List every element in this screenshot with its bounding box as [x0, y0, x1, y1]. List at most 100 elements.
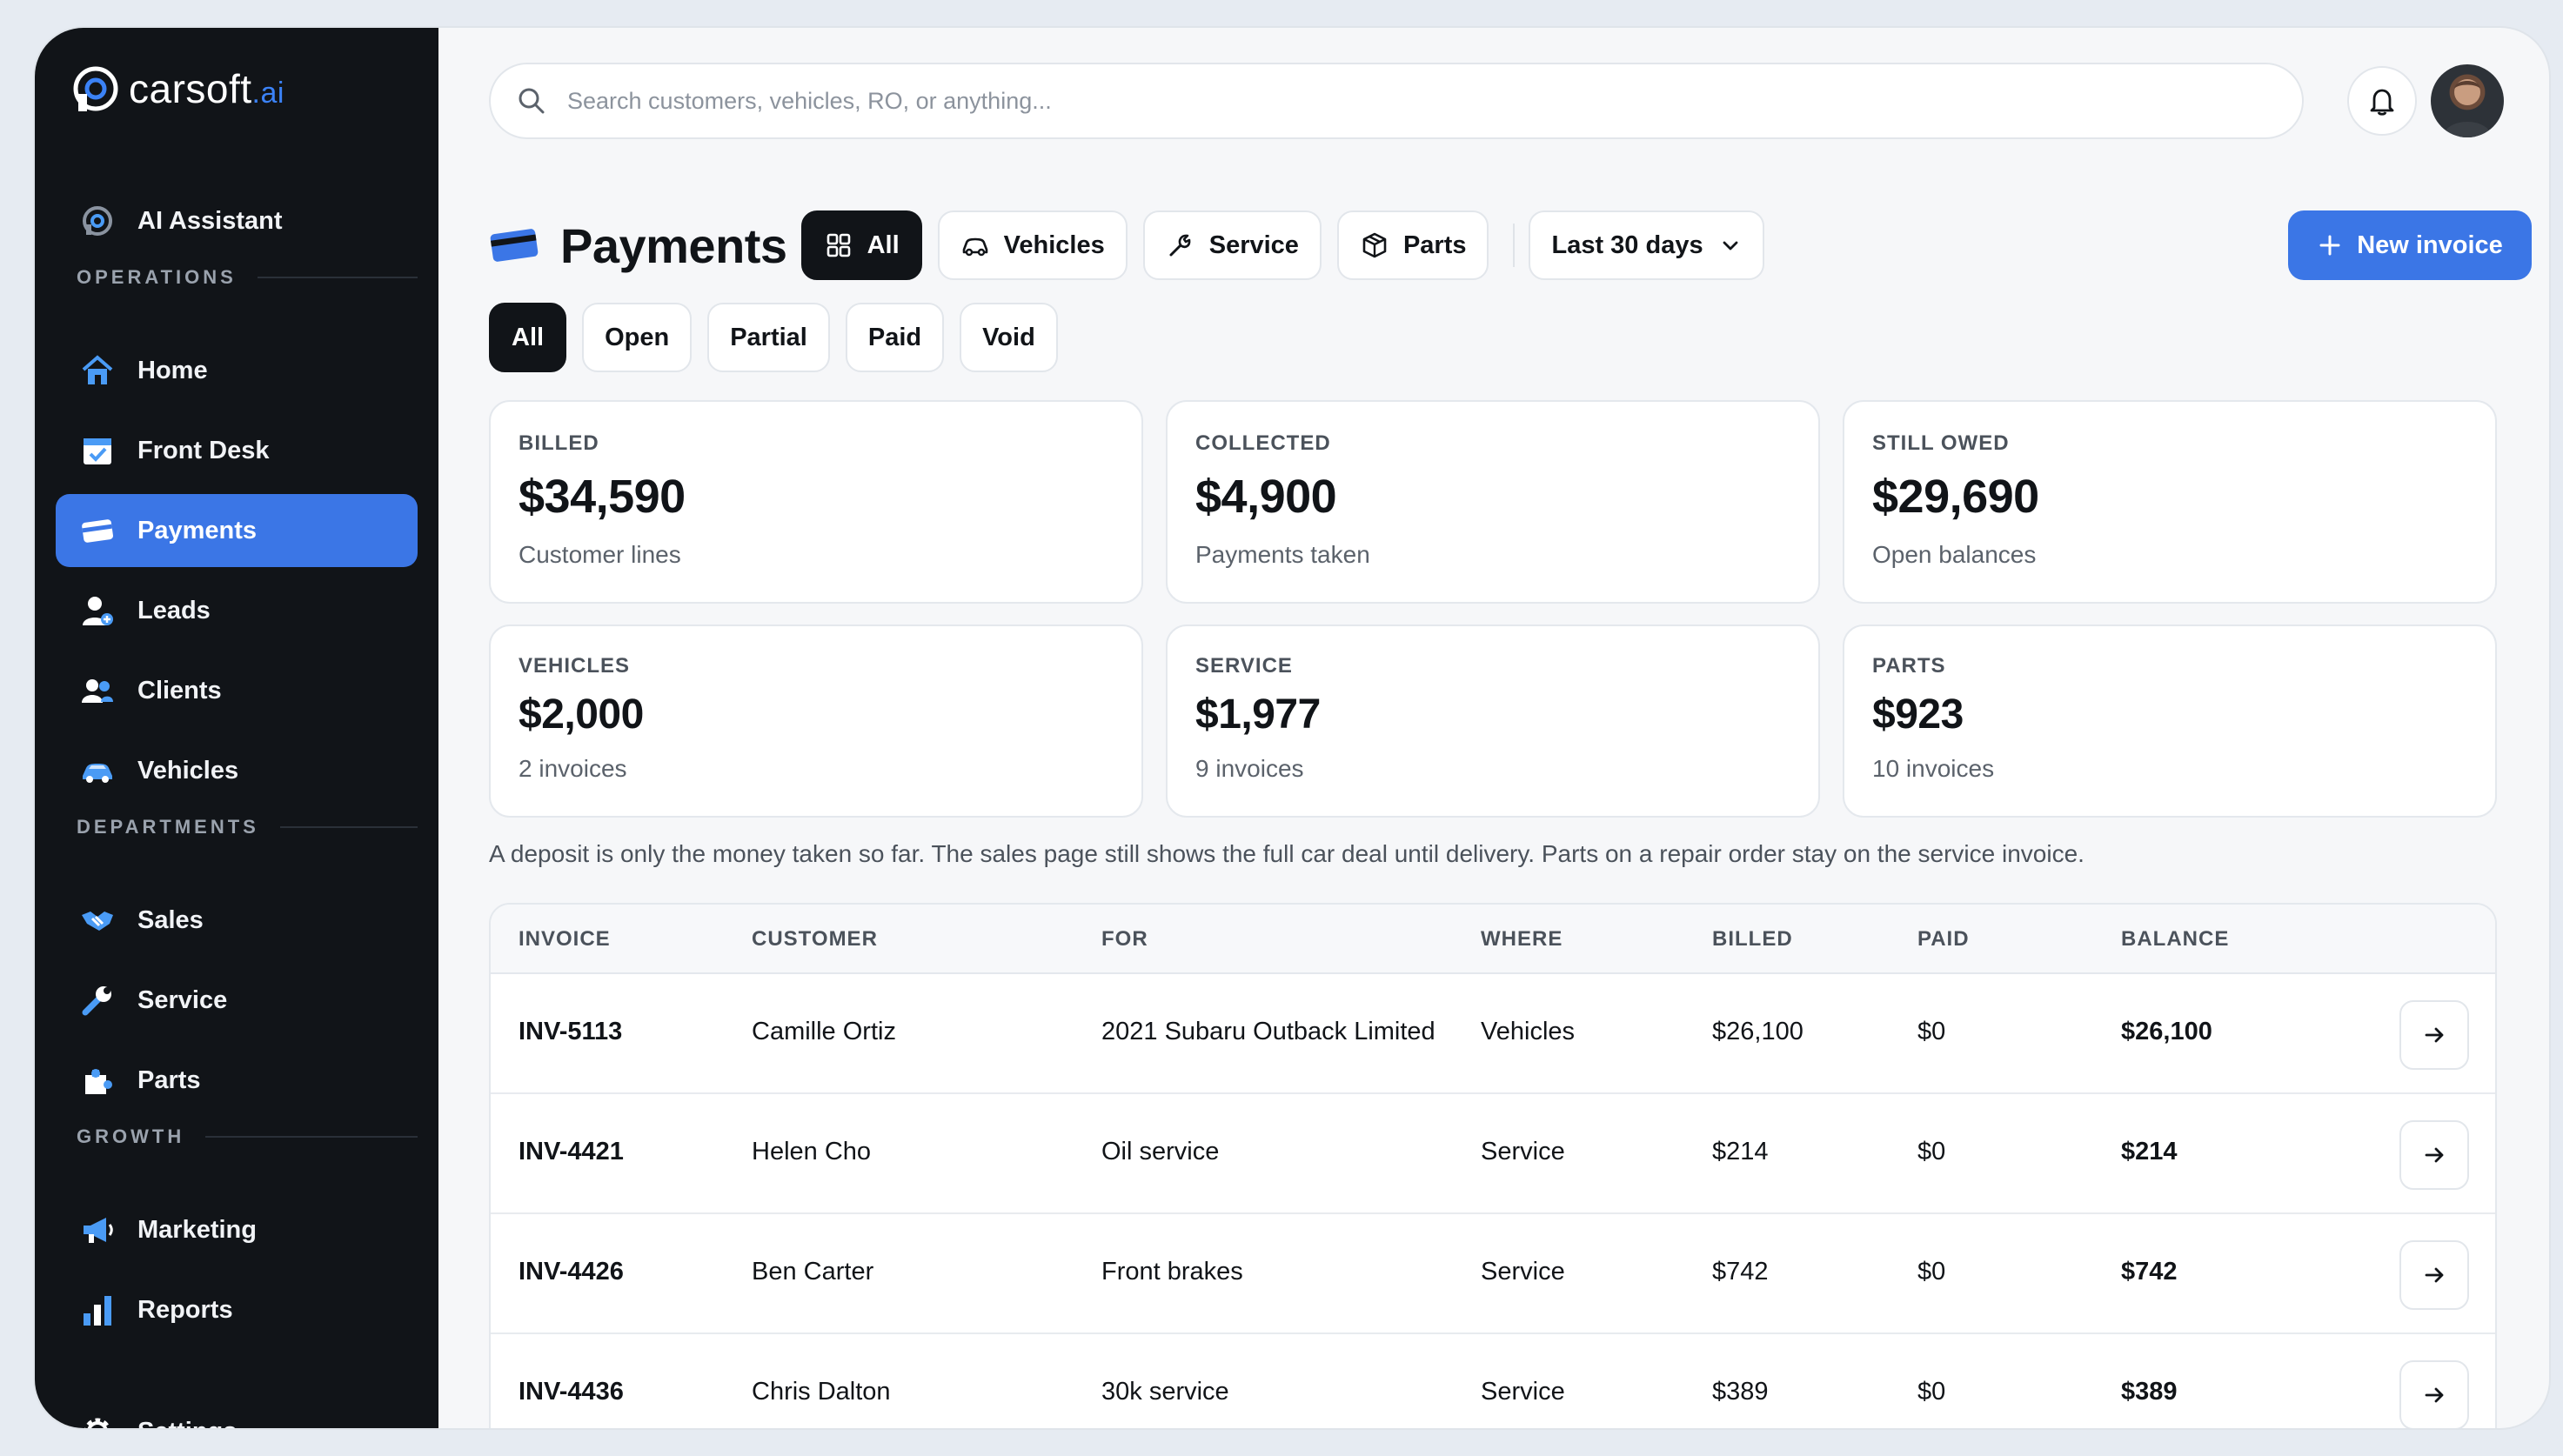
- stat-sub: 9 invoices: [1195, 755, 1304, 782]
- cell-customer: Ben Carter: [752, 1258, 874, 1286]
- sidebar-item-settings[interactable]: Settings: [56, 1395, 418, 1428]
- sidebar-item-reports[interactable]: Reports: [56, 1273, 418, 1346]
- open-invoice-button[interactable]: [2399, 1240, 2469, 1310]
- cell-for: Front brakes: [1101, 1258, 1243, 1286]
- handshake-icon: [78, 901, 117, 939]
- section-label-operations: OPERATIONS: [77, 266, 418, 289]
- package-icon: [1362, 232, 1387, 258]
- gear-icon: [78, 1413, 117, 1428]
- section-label-departments: DEPARTMENTS: [77, 816, 418, 838]
- table-row[interactable]: INV-4426 Ben Carter Front brakes Service…: [491, 1214, 2495, 1334]
- sidebar-item-leads[interactable]: Leads: [56, 574, 418, 647]
- tab-all[interactable]: All: [800, 210, 922, 280]
- stat-value: $34,590: [519, 471, 686, 523]
- open-invoice-button[interactable]: [2399, 1000, 2469, 1070]
- home-icon: [78, 351, 117, 390]
- cell-billed: $214: [1712, 1138, 1769, 1165]
- date-range-select[interactable]: Last 30 days: [1529, 210, 1764, 280]
- filter-all[interactable]: All: [489, 303, 567, 372]
- sidebar-item-clients[interactable]: Clients: [56, 654, 418, 727]
- sidebar-item-label: Home: [137, 356, 208, 384]
- sidebar-item-sales[interactable]: Sales: [56, 884, 418, 957]
- cell-balance: $389: [2121, 1378, 2178, 1406]
- user-plus-icon: [78, 591, 117, 630]
- column-header-balance[interactable]: BALANCE: [2121, 927, 2229, 952]
- tab-label: Parts: [1402, 230, 1467, 259]
- sidebar-item-vehicles[interactable]: Vehicles: [56, 734, 418, 807]
- page-header: Payments All Vehicles Service Parts Last…: [489, 210, 1780, 280]
- cell-for: 30k service: [1101, 1378, 1229, 1406]
- table-row[interactable]: INV-4436 Chris Dalton 30k service Servic…: [491, 1334, 2495, 1428]
- column-header-for[interactable]: FOR: [1101, 927, 1148, 952]
- status-filter-bar: All Open Partial Paid Void: [489, 303, 1074, 372]
- sidebar-item-label: Leads: [137, 596, 211, 624]
- cell-customer: Chris Dalton: [752, 1378, 891, 1406]
- cell-invoice: INV-4426: [519, 1258, 624, 1286]
- tab-parts[interactable]: Parts: [1336, 210, 1489, 280]
- sidebar-item-parts[interactable]: Parts: [56, 1044, 418, 1117]
- stat-card-billed: BILLED $34,590 Customer lines: [489, 400, 1143, 604]
- arrow-right-icon: [2425, 1147, 2444, 1163]
- stat-sub: 10 invoices: [1872, 755, 1995, 782]
- sidebar-item-label: Clients: [137, 676, 222, 705]
- cell-balance: $214: [2121, 1138, 2178, 1165]
- sidebar-item-label: Sales: [137, 905, 204, 934]
- sidebar: carsoft.ai AI Assistant OPERATIONS Home …: [35, 28, 438, 1428]
- cell-balance: $742: [2121, 1258, 2178, 1286]
- sidebar-item-label: Marketing: [137, 1215, 257, 1244]
- date-range-label: Last 30 days: [1551, 230, 1703, 259]
- wrench-icon: [1169, 234, 1191, 257]
- sidebar-item-front-desk[interactable]: Front Desk: [56, 414, 418, 487]
- sidebar-item-label: Service: [137, 985, 228, 1014]
- stat-sub: Customer lines: [519, 541, 681, 568]
- cell-where: Service: [1481, 1138, 1565, 1165]
- table-row[interactable]: INV-4421 Helen Cho Oil service Service $…: [491, 1094, 2495, 1214]
- column-header-customer[interactable]: CUSTOMER: [752, 927, 878, 952]
- bar-chart-icon: [78, 1291, 117, 1329]
- sidebar-item-marketing[interactable]: Marketing: [56, 1193, 418, 1266]
- section-label-growth: GROWTH: [77, 1125, 418, 1148]
- car-icon: [962, 237, 987, 257]
- sidebar-item-home[interactable]: Home: [56, 334, 418, 407]
- column-header-billed[interactable]: BILLED: [1712, 927, 1793, 952]
- filter-partial[interactable]: Partial: [707, 303, 830, 372]
- new-invoice-button[interactable]: New invoice: [2288, 210, 2532, 280]
- stat-card-vehicles: VEHICLES $2,000 2 invoices: [489, 624, 1143, 818]
- filter-paid[interactable]: Paid: [845, 303, 945, 372]
- stat-sub: 2 invoices: [519, 755, 627, 782]
- stat-label: SERVICE: [1195, 654, 1293, 678]
- page-title: Payments: [560, 217, 787, 273]
- column-header-paid[interactable]: PAID: [1917, 927, 1970, 952]
- avatar-icon: [2443, 79, 2492, 137]
- table-row[interactable]: INV-5113 Camille Ortiz 2021 Subaru Outba…: [491, 974, 2495, 1094]
- tab-service[interactable]: Service: [1142, 210, 1322, 280]
- column-header-invoice[interactable]: INVOICE: [519, 927, 611, 952]
- calendar-check-icon: [78, 431, 117, 470]
- sidebar-item-service[interactable]: Service: [56, 964, 418, 1037]
- user-avatar[interactable]: [2431, 64, 2504, 137]
- notifications-button[interactable]: [2347, 66, 2417, 136]
- cell-paid: $0: [1917, 1378, 1946, 1406]
- sidebar-item-label: AI Assistant: [137, 206, 283, 235]
- tab-label: All: [867, 230, 900, 259]
- filter-void[interactable]: Void: [960, 303, 1058, 372]
- open-invoice-button[interactable]: [2399, 1120, 2469, 1190]
- search-bar[interactable]: [489, 63, 2304, 139]
- cell-invoice: INV-4436: [519, 1378, 624, 1406]
- stat-label: VEHICLES: [519, 654, 631, 678]
- plus-icon: [2319, 235, 2340, 256]
- open-invoice-button[interactable]: [2399, 1360, 2469, 1428]
- search-input[interactable]: [567, 87, 2220, 115]
- main-content: Payments All Vehicles Service Parts Last…: [438, 28, 2549, 1428]
- credit-card-icon: [490, 229, 539, 262]
- sidebar-item-ai-assistant[interactable]: AI Assistant: [56, 184, 418, 257]
- column-header-where[interactable]: WHERE: [1481, 927, 1563, 952]
- brand-logo[interactable]: carsoft.ai: [70, 61, 284, 117]
- invoices-table: INVOICE CUSTOMER FOR WHERE BILLED PAID B…: [489, 903, 2497, 1428]
- cell-where: Service: [1481, 1258, 1565, 1286]
- filter-open[interactable]: Open: [582, 303, 693, 372]
- cell-balance: $26,100: [2121, 1018, 2212, 1045]
- sidebar-item-payments[interactable]: Payments: [56, 494, 418, 567]
- cell-paid: $0: [1917, 1018, 1946, 1045]
- tab-vehicles[interactable]: Vehicles: [937, 210, 1128, 280]
